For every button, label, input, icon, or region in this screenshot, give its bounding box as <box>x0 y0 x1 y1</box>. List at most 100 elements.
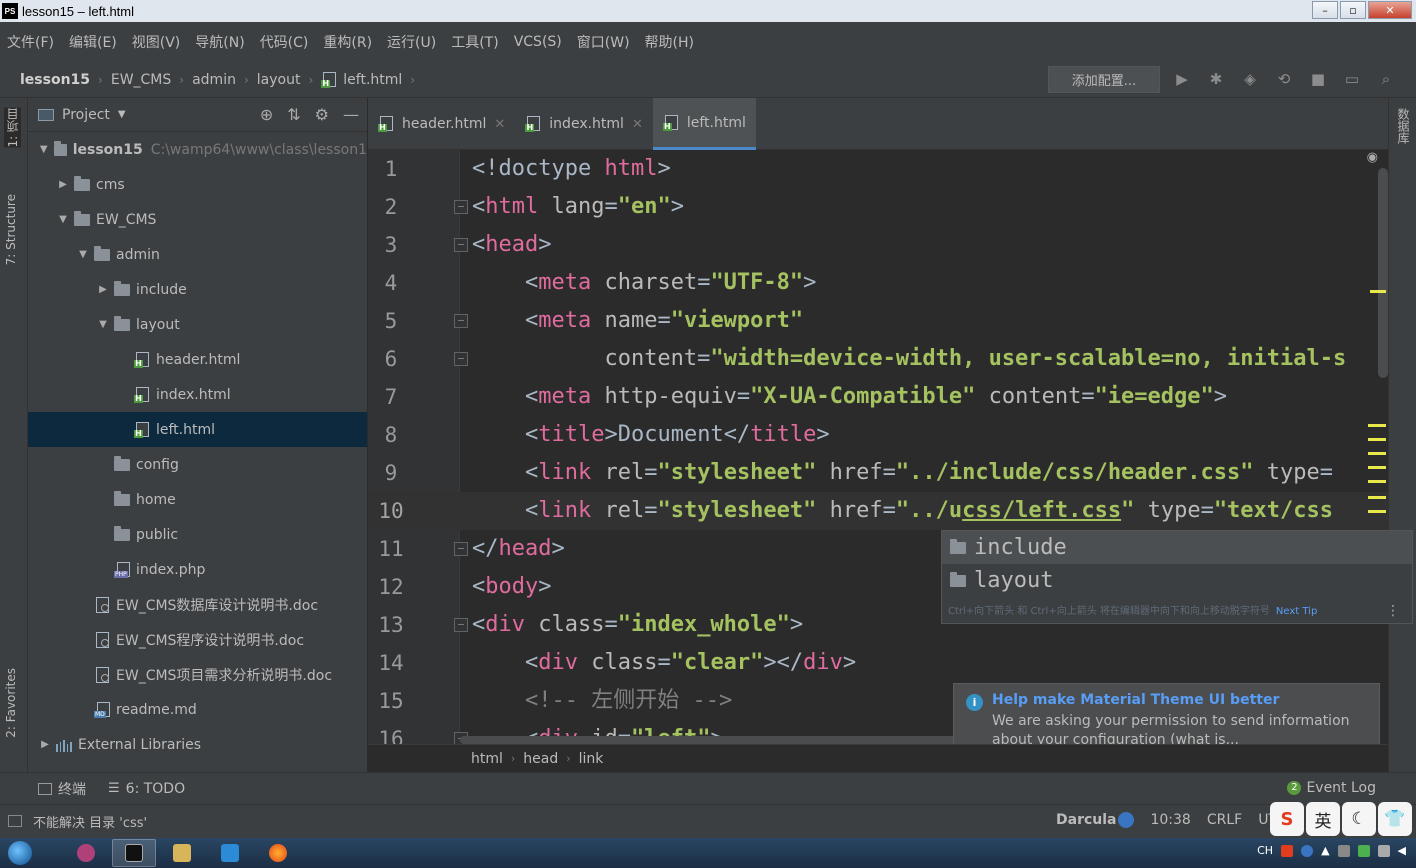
completion-item-layout[interactable]: layout <box>942 564 1412 597</box>
todo-button[interactable]: ☰ 6: TODO <box>108 781 185 797</box>
warning-stripe[interactable] <box>1370 290 1386 293</box>
warning-stripe[interactable] <box>1368 466 1386 469</box>
warning-stripe[interactable] <box>1368 480 1386 483</box>
network-icon[interactable]: ▲ <box>1321 844 1329 857</box>
code-line[interactable]: 9 <link rel="stylesheet" href="../includ… <box>368 454 1388 492</box>
warning-stripe[interactable] <box>1368 452 1386 455</box>
vertical-scrollbar[interactable] <box>1378 168 1388 378</box>
warning-stripe[interactable] <box>1368 496 1386 499</box>
expanded-arrow-icon[interactable]: ▼ <box>96 319 110 330</box>
warning-stripe[interactable] <box>1368 510 1386 513</box>
menu-navigate[interactable]: 导航(N) <box>195 32 244 52</box>
close-button[interactable]: ✕ <box>1368 1 1412 19</box>
monitor-tray-icon[interactable] <box>1337 844 1350 857</box>
close-tab-icon[interactable]: ✕ <box>494 117 505 132</box>
tree-item[interactable]: left.html <box>28 412 367 447</box>
tab-index-html[interactable]: index.html ✕ <box>515 98 653 150</box>
fold-marker-icon[interactable] <box>454 314 468 328</box>
line-separator[interactable]: CRLF <box>1207 812 1242 828</box>
code-line[interactable]: 8 <title>Document</title> <box>368 416 1388 454</box>
coverage-icon[interactable]: ◈ <box>1240 68 1260 90</box>
collapsed-arrow-icon[interactable]: ▶ <box>96 284 110 295</box>
menu-file[interactable]: 文件(F) <box>7 32 54 52</box>
sogou-tray-icon[interactable] <box>1281 844 1294 857</box>
code-line[interactable]: 6 content="width=device-width, user-scal… <box>368 340 1388 378</box>
warning-stripe[interactable] <box>1368 438 1386 441</box>
tree-item[interactable]: ▶ include <box>28 272 367 307</box>
fold-marker-icon[interactable] <box>454 200 468 214</box>
fold-marker-icon[interactable] <box>454 542 468 556</box>
eye-icon[interactable]: ◉ <box>1367 150 1378 165</box>
breadcrumb-admin[interactable]: admin <box>192 72 236 88</box>
database-tool-tab[interactable]: 数据库 <box>1395 108 1412 144</box>
tree-item[interactable]: ▶ cms <box>28 167 367 202</box>
minimize-button[interactable]: – <box>1312 1 1338 19</box>
tree-item[interactable]: ▶ External Libraries <box>28 727 367 762</box>
menu-vcs[interactable]: VCS(S) <box>514 34 562 50</box>
collapsed-arrow-icon[interactable]: ▶ <box>38 739 52 750</box>
taskbar-phpstorm[interactable] <box>112 839 156 867</box>
code-line[interactable]: 4 <meta charset="UTF-8"> <box>368 264 1388 302</box>
breadcrumb-layout[interactable]: layout <box>257 72 301 88</box>
code-line[interactable]: 5 <meta name="viewport" <box>368 302 1388 340</box>
tab-left-html[interactable]: left.html <box>652 98 756 150</box>
taskbar-app-1[interactable] <box>64 839 108 867</box>
tree-item[interactable]: ▼ admin <box>28 237 367 272</box>
fold-marker-icon[interactable] <box>454 618 468 632</box>
code-line[interactable]: 14 <div class="clear"></div> <box>368 644 1388 682</box>
green-tray-icon[interactable] <box>1357 844 1370 857</box>
menu-edit[interactable]: 编辑(E) <box>69 32 117 52</box>
fold-marker-icon[interactable] <box>454 352 468 366</box>
breadcrumb-ew-cms[interactable]: EW_CMS <box>111 72 171 88</box>
tree-item[interactable]: ▼ lesson15 C:\wamp64\www\class\lesson1 <box>28 132 367 167</box>
menu-run[interactable]: 运行(U) <box>387 32 436 52</box>
structure-tool-tab[interactable]: 7: Structure <box>4 194 18 265</box>
notification-title[interactable]: Help make Material Theme UI better <box>992 692 1365 708</box>
project-tool-tab[interactable]: 1: 项目 <box>4 108 21 148</box>
maximize-button[interactable]: ▫ <box>1340 1 1366 19</box>
dropdown-arrow-icon[interactable]: ▼ <box>118 109 126 120</box>
tree-item[interactable]: EW_CMS数据库设计说明书.doc <box>28 587 367 622</box>
tree-item[interactable]: EW_CMS程序设计说明书.doc <box>28 622 367 657</box>
next-tip-link[interactable]: Next Tip <box>1276 606 1317 617</box>
collapse-all-icon[interactable]: ⇅ <box>287 105 300 124</box>
code-line[interactable]: 2 <html lang="en"> <box>368 188 1388 226</box>
tab-header-html[interactable]: header.html ✕ <box>368 98 515 150</box>
tree-item[interactable]: readme.md <box>28 692 367 727</box>
moon-icon[interactable]: ☾ <box>1342 802 1376 836</box>
close-tab-icon[interactable]: ✕ <box>632 117 643 132</box>
menu-help[interactable]: 帮助(H) <box>645 32 694 52</box>
sogou-icon[interactable]: S <box>1270 802 1304 836</box>
breadcrumb-left-html[interactable]: left.html <box>321 71 402 88</box>
run-icon[interactable]: ▶ <box>1172 68 1192 90</box>
code-editor[interactable]: 1 <!doctype html> 2 <html lang="en"> 3 <head>… <box>368 150 1388 744</box>
menu-refactor[interactable]: 重构(R) <box>323 32 372 52</box>
code-line[interactable]: 7 <meta http-equiv="X-UA-Compatible" con… <box>368 378 1388 416</box>
code-line[interactable]: 3 <head> <box>368 226 1388 264</box>
menu-window[interactable]: 窗口(W) <box>577 32 630 52</box>
menu-view[interactable]: 视图(V) <box>132 32 181 52</box>
collapsed-arrow-icon[interactable]: ▶ <box>56 179 70 190</box>
profile-icon[interactable]: ⟲ <box>1274 68 1294 90</box>
input-language-indicator[interactable]: CH <box>1257 844 1273 857</box>
expanded-arrow-icon[interactable]: ▼ <box>56 214 70 225</box>
input-language-button[interactable]: 英 <box>1306 802 1340 836</box>
terminal-button[interactable]: 终端 <box>38 779 86 799</box>
project-view-label[interactable]: Project <box>62 107 110 123</box>
volume-icon[interactable]: ◀ <box>1398 844 1406 857</box>
tree-item[interactable]: ▼ EW_CMS <box>28 202 367 237</box>
tree-item[interactable]: EW_CMS项目需求分析说明书.doc <box>28 657 367 692</box>
tree-item[interactable]: home <box>28 482 367 517</box>
expanded-arrow-icon[interactable]: ▼ <box>38 144 50 155</box>
crumb-link[interactable]: link <box>579 751 604 767</box>
crumb-head[interactable]: head <box>523 751 558 767</box>
more-options-icon[interactable]: ⋮ <box>1386 603 1400 619</box>
theme-switcher[interactable]: Darcula <box>1056 812 1116 828</box>
hide-icon[interactable]: — <box>343 105 359 124</box>
tool-windows-icon[interactable] <box>8 815 22 827</box>
gear-icon[interactable]: ⚙ <box>315 105 329 124</box>
crumb-html[interactable]: html <box>471 751 503 767</box>
tree-item[interactable]: index.php <box>28 552 367 587</box>
skin-icon[interactable]: 👕 <box>1378 802 1412 836</box>
favorites-tool-tab[interactable]: 2: Favorites <box>4 668 18 738</box>
